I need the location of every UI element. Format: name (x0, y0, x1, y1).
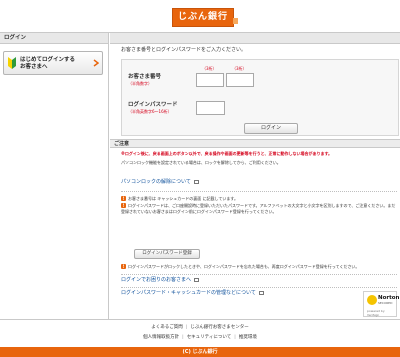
norton-badge-sub: SECURED (378, 301, 393, 305)
login-trouble-link-label: ログインでお困りのお客さまへ (121, 277, 192, 283)
logo-text: じぶん銀行 (177, 12, 228, 22)
norton-badge-by: powered by VeriSign (367, 309, 385, 317)
bullet-password-text: ログインパスワードは、ご口座開設時に登録いただいたパスワードです。アルファベット… (121, 203, 396, 214)
divider (121, 274, 397, 275)
login-frame: ログイン はじめてログインする お客さまへ お客さま番号とログインパスワードをご… (0, 32, 400, 320)
instruction-text: お客さま番号とログインパスワードをご入力ください。 (121, 47, 247, 53)
external-window-icon (258, 290, 264, 295)
notice-title: ご注意 (110, 139, 400, 148)
footer-faq-link[interactable]: よくあるご質問 (151, 325, 183, 330)
external-window-icon (194, 277, 200, 282)
norton-secured-badge[interactable]: Norton SECURED powered by VeriSign (363, 291, 399, 317)
divider: | (185, 325, 188, 330)
password-label: ログインパスワード (128, 102, 178, 108)
logo[interactable]: じぶん銀行 (172, 8, 238, 27)
footer-center-link[interactable]: じぶん銀行お客さまセンター (190, 325, 249, 330)
info-bullet-icon: ! (121, 196, 126, 201)
arrow-right-icon (93, 59, 99, 67)
external-window-icon (193, 179, 199, 184)
customer-number-input-2[interactable] (226, 73, 254, 87)
divider: | (234, 335, 236, 340)
main-content: お客さま番号とログインパスワードをご入力ください。 お客さま番号 （半角数字） … (110, 33, 400, 319)
first-login-button[interactable]: はじめてログインする お客さまへ (3, 51, 103, 75)
sidebar: ログイン はじめてログインする お客さまへ (0, 33, 109, 319)
customer-number-caption-1: （3桁） (202, 66, 217, 71)
password-note: （半角英数字6〜16桁） (128, 109, 172, 114)
divider (121, 191, 397, 192)
divider: | (182, 335, 184, 340)
beginner-mark-icon (8, 57, 16, 69)
notice-lock-info: パソコンロック機能を設定されている場合は、ロックを解除してから、ご利用ください。 (121, 160, 281, 165)
login-form: お客さま番号 （半角数字） （3桁） （3桁） ログインパスワード （半角英数字… (121, 59, 399, 136)
header: じぶん銀行 (0, 0, 400, 32)
logo-accent (233, 18, 238, 24)
first-login-label: はじめてログインする お客さまへ (20, 57, 76, 70)
bullet-customer-number-text: お客さま番号は キャッシュカードの裏面 に記載しています。 (128, 196, 239, 201)
customer-number-note: （半角数字） (128, 81, 152, 86)
sidebar-title: ログイン (0, 33, 108, 44)
password-card-management-link-label: ログインパスワード・キャッシュカードの管理などについて (121, 290, 256, 296)
divider (121, 287, 397, 288)
password-card-management-link[interactable]: ログインパスワード・キャッシュカードの管理などについて (121, 290, 264, 296)
footer-links: よくあるご質問 | じぶん銀行お客さまセンター 個人情報取扱方針 | セキュリティについ… (0, 321, 400, 345)
bullet-password-lock-text: ログインパスワードがロックしたときや、ログインパスワードを忘れた場合も、再度ログ… (128, 264, 360, 269)
footer-env-link[interactable]: 推奨環境 (239, 335, 257, 340)
notice-warning: ※ログイン後に、戻る画面上のボタン以外で、戻る操作や画面の更新等を行うと、正常に… (121, 151, 333, 156)
bullet-password: ! ログインパスワードは、ご口座開設時に登録いただいたパスワードです。アルファベッ… (121, 203, 397, 245)
customer-number-input-1[interactable] (196, 73, 224, 87)
bullet-customer-number: ! お客さま番号は キャッシュカードの裏面 に記載しています。 (121, 196, 397, 202)
info-bullet-icon: ! (121, 264, 126, 269)
customer-number-label: お客さま番号 (128, 74, 162, 80)
footer-privacy-link[interactable]: 個人情報取扱方針 (143, 335, 179, 340)
checkmark-icon (367, 295, 377, 305)
copyright-bar: (C) じぶん銀行 (0, 347, 400, 357)
footer-security-link[interactable]: セキュリティについて (187, 335, 232, 340)
main-header-bar (110, 33, 400, 44)
customer-number-caption-2: （3桁） (232, 66, 247, 71)
pc-lock-link[interactable]: パソコンロックの解除について (121, 179, 199, 185)
login-button[interactable]: ログイン (244, 123, 298, 134)
info-bullet-icon: ! (121, 203, 126, 208)
login-trouble-link[interactable]: ログインでお困りのお客さまへ (121, 277, 200, 283)
password-register-button[interactable]: ログインパスワード登録 (134, 249, 200, 259)
bullet-password-lock: ! ログインパスワードがロックしたときや、ログインパスワードを忘れた場合も、再度ロ… (121, 264, 397, 270)
password-input[interactable] (196, 101, 225, 115)
pc-lock-link-label: パソコンロックの解除について (121, 179, 191, 185)
